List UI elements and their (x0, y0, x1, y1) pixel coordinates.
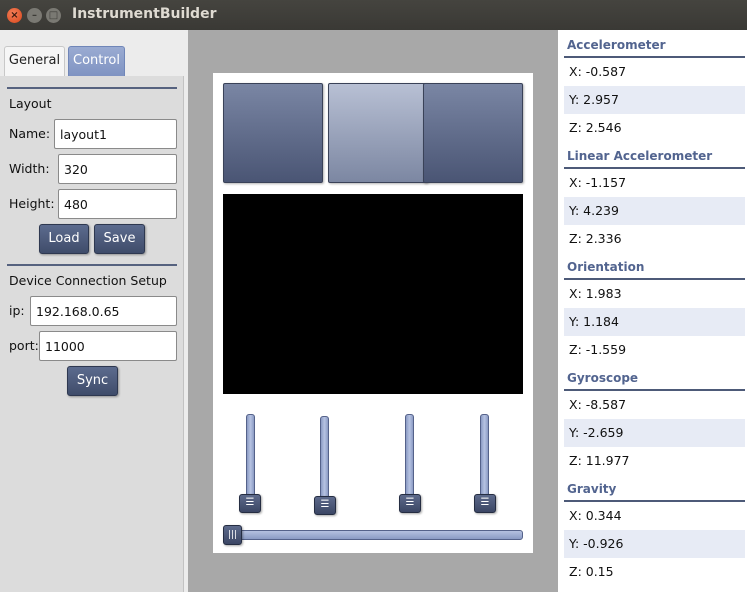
layout-heading: Layout (9, 96, 52, 111)
accelerometer-y: Y: 2.957 (564, 86, 745, 114)
button-pad-3[interactable] (423, 83, 523, 183)
name-label: Name: (9, 126, 51, 141)
vertical-slider-1-track[interactable] (246, 414, 255, 500)
orientation-title: Orientation (567, 260, 645, 274)
close-window-button[interactable]: × (7, 8, 22, 23)
gravity-x: X: 0.344 (569, 508, 622, 523)
window-title: InstrumentBuilder (72, 6, 217, 22)
layout-width-field[interactable] (58, 154, 177, 184)
grip-icon: ||| (227, 530, 238, 540)
height-label: Height: (9, 196, 55, 211)
accelerometer-x: X: -0.587 (569, 64, 627, 79)
button-pad-2[interactable] (328, 83, 428, 183)
accelerometer-title: Accelerometer (567, 38, 666, 52)
vertical-slider-4-thumb[interactable]: ☰ (474, 494, 496, 513)
vertical-slider-2-track[interactable] (320, 416, 329, 502)
vertical-slider-4-track[interactable] (480, 414, 489, 500)
accelerometer-z: Z: 2.546 (569, 120, 622, 135)
grip-icon: ☰ (480, 497, 490, 508)
button-pad-1[interactable] (223, 83, 323, 183)
divider (7, 87, 177, 89)
gravity-title: Gravity (567, 482, 617, 496)
vertical-slider-1-thumb[interactable]: ☰ (239, 494, 261, 513)
port-field[interactable] (39, 331, 177, 361)
orientation-x: X: 1.983 (569, 286, 622, 301)
save-button[interactable]: Save (94, 224, 145, 254)
control-panel: Layout Name: Width: Height: Load Save De… (0, 76, 184, 592)
layout-name-field[interactable] (54, 119, 177, 149)
width-label: Width: (9, 161, 50, 176)
horizontal-slider-thumb[interactable]: ||| (223, 525, 242, 545)
orientation-z: Z: -1.559 (569, 342, 627, 357)
tab-general[interactable]: General (4, 46, 65, 76)
grip-icon: ☰ (405, 497, 415, 508)
layout-height-field[interactable] (58, 189, 177, 219)
maximize-icon: □ (48, 10, 59, 21)
connection-heading: Device Connection Setup (9, 273, 167, 288)
tab-control[interactable]: Control (68, 46, 125, 76)
ip-label: ip: (9, 303, 25, 318)
linear-accelerometer-y: Y: 4.239 (564, 197, 745, 225)
vertical-slider-2-thumb[interactable]: ☰ (314, 496, 336, 515)
linear-accelerometer-z: Z: 2.336 (569, 231, 622, 246)
horizontal-slider-track[interactable] (223, 530, 523, 540)
sync-button[interactable]: Sync (67, 366, 118, 396)
orientation-y: Y: 1.184 (564, 308, 745, 336)
grip-icon: ☰ (320, 499, 330, 510)
ip-field[interactable] (30, 296, 177, 326)
close-icon: × (10, 10, 19, 21)
gyroscope-title: Gyroscope (567, 371, 639, 385)
gyroscope-y: Y: -2.659 (564, 419, 745, 447)
linear-accelerometer-x: X: -1.157 (569, 175, 627, 190)
canvas-area: ☰ ☰ ☰ ☰ ||| (188, 30, 558, 592)
gyroscope-z: Z: 11.977 (569, 453, 630, 468)
vertical-slider-3-track[interactable] (405, 414, 414, 500)
xy-touch-pad[interactable] (223, 194, 523, 394)
grip-icon: ☰ (245, 497, 255, 508)
gravity-z: Z: 0.15 (569, 564, 614, 579)
instrument-canvas: ☰ ☰ ☰ ☰ ||| (213, 73, 533, 553)
title-bar: × – □ InstrumentBuilder (0, 0, 747, 30)
vertical-slider-3-thumb[interactable]: ☰ (399, 494, 421, 513)
gravity-y: Y: -0.926 (564, 530, 745, 558)
gyroscope-x: X: -8.587 (569, 397, 627, 412)
linear-accelerometer-title: Linear Accelerometer (567, 149, 713, 163)
minimize-window-button[interactable]: – (27, 8, 42, 23)
load-button[interactable]: Load (39, 224, 89, 254)
left-sidebar: General Control Layout Name: Width: Heig… (0, 30, 188, 592)
sensor-panel: Accelerometer X: -0.587 Y: 2.957 Z: 2.54… (558, 30, 747, 592)
maximize-window-button[interactable]: □ (46, 8, 61, 23)
port-label: port: (9, 338, 39, 353)
divider (7, 264, 177, 266)
minimize-icon: – (32, 10, 37, 21)
